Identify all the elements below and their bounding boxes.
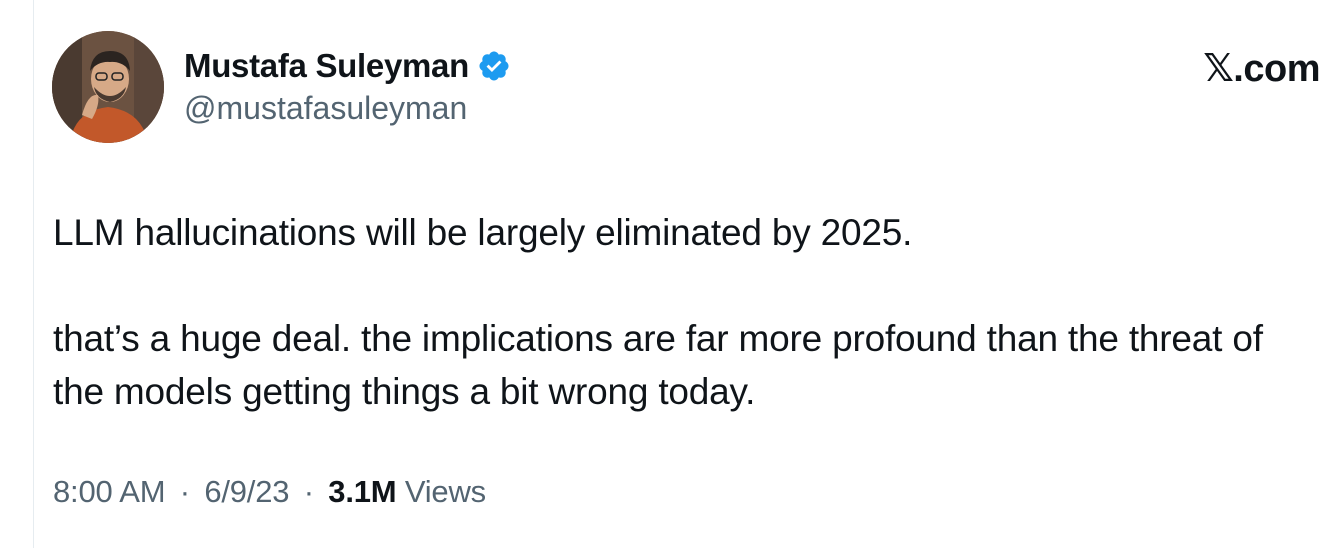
tweet-meta: 8:00 AM · 6/9/23 · 3.1M Views [53, 474, 486, 510]
tweet-text: LLM hallucinations will be largely elimi… [53, 206, 1293, 418]
author-display-name[interactable]: Mustafa Suleyman [184, 47, 469, 85]
view-count: 3.1M [328, 474, 397, 509]
meta-separator: · [303, 474, 314, 509]
tweet-date[interactable]: 6/9/23 [204, 474, 289, 509]
x-com-logo: 𝕏.com [1203, 48, 1320, 90]
avatar-photo [52, 31, 164, 143]
tweet-paragraph: LLM hallucinations will be largely elimi… [53, 212, 913, 253]
verified-badge-icon [479, 51, 509, 81]
tweet-paragraph: that’s a huge deal. the implications are… [53, 318, 1263, 412]
tweet-time[interactable]: 8:00 AM [53, 474, 166, 509]
meta-separator: · [179, 474, 190, 509]
author-handle[interactable]: @mustafasuleyman [184, 90, 467, 127]
left-divider [33, 0, 34, 548]
author-name-row: Mustafa Suleyman [184, 46, 511, 86]
views-label: Views [404, 474, 486, 509]
avatar[interactable] [52, 31, 164, 143]
